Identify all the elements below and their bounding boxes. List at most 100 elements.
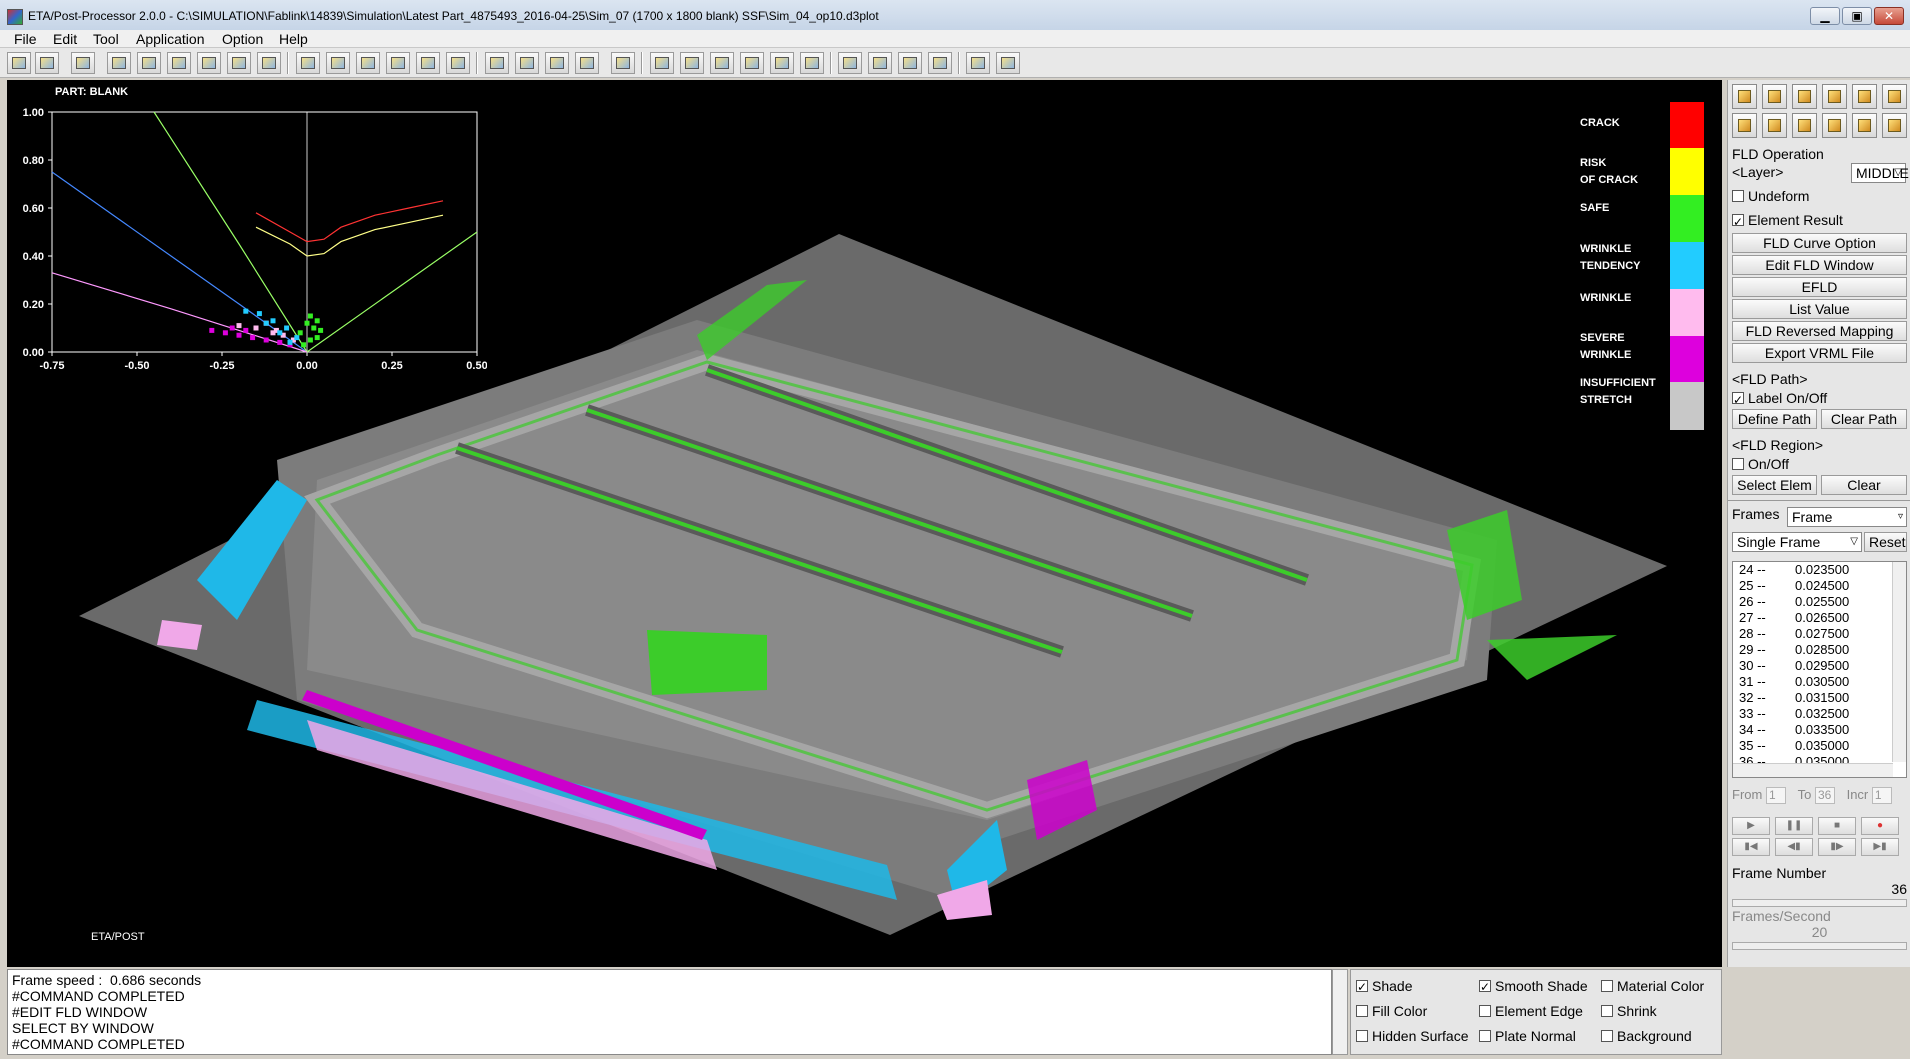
option-plate-normal[interactable]: Plate Normal bbox=[1479, 1027, 1576, 1045]
frame-list-vscroll[interactable] bbox=[1892, 562, 1906, 762]
cube-hidden-icon[interactable] bbox=[545, 52, 569, 74]
export-vrml-button[interactable]: Export VRML File bbox=[1732, 343, 1907, 363]
option-shrink[interactable]: Shrink bbox=[1601, 1002, 1657, 1020]
mirror-icon[interactable] bbox=[770, 52, 794, 74]
dynamic-rotate-icon[interactable] bbox=[416, 52, 440, 74]
efld-button[interactable]: EFLD bbox=[1732, 277, 1907, 297]
to-input[interactable]: 36 bbox=[1814, 787, 1835, 804]
fringe-icon[interactable] bbox=[868, 52, 892, 74]
fps-slider[interactable] bbox=[1732, 942, 1907, 950]
option-background[interactable]: Background bbox=[1601, 1027, 1692, 1045]
reset-button[interactable]: Reset bbox=[1864, 532, 1907, 552]
incr-input[interactable]: 1 bbox=[1871, 787, 1892, 804]
open-file-icon[interactable] bbox=[7, 52, 31, 74]
part-color-icon[interactable] bbox=[71, 52, 95, 74]
zoom-window-icon[interactable] bbox=[386, 52, 410, 74]
pan-icon[interactable] bbox=[326, 52, 350, 74]
console-scrollbar[interactable] bbox=[1332, 969, 1348, 1055]
measure-icon[interactable] bbox=[710, 52, 734, 74]
select-elem-button[interactable]: Select Elem bbox=[1732, 475, 1817, 495]
single-frame-select[interactable]: Single Frame ▽ bbox=[1732, 532, 1862, 552]
list-item[interactable]: 27 -- 0.026500 bbox=[1733, 610, 1893, 626]
label-onoff-toggle[interactable]: Label On/Off bbox=[1732, 388, 1907, 410]
step-back-icon[interactable]: ◀▮ bbox=[1775, 838, 1813, 856]
rotate-icon[interactable] bbox=[296, 52, 320, 74]
command-console[interactable]: Frame speed : 0.686 seconds #COMMAND COMP… bbox=[7, 969, 1332, 1055]
option-checkbox[interactable] bbox=[1479, 978, 1491, 996]
view-iso-icon[interactable] bbox=[107, 52, 131, 74]
view-back-icon[interactable] bbox=[227, 52, 251, 74]
stop-icon[interactable]: ■ bbox=[1818, 817, 1856, 835]
list-item[interactable]: 32 -- 0.031500 bbox=[1733, 690, 1893, 706]
undeform-toggle[interactable]: Undeform bbox=[1732, 186, 1907, 206]
list-value-button[interactable]: List Value bbox=[1732, 299, 1907, 319]
option-checkbox[interactable] bbox=[1356, 1030, 1368, 1042]
contour-icon[interactable] bbox=[838, 52, 862, 74]
option-fill-color[interactable]: Fill Color bbox=[1356, 1002, 1427, 1020]
edit-fld-window-button[interactable]: Edit FLD Window bbox=[1732, 255, 1907, 275]
section-icon[interactable] bbox=[740, 52, 764, 74]
list-item[interactable]: 31 -- 0.030500 bbox=[1733, 674, 1893, 690]
option-checkbox[interactable] bbox=[1601, 980, 1613, 992]
view-bottom-icon[interactable] bbox=[257, 52, 281, 74]
step-forward-icon[interactable]: ▮▶ bbox=[1818, 838, 1856, 856]
record-icon[interactable]: ● bbox=[1861, 817, 1899, 835]
cube-wire-icon[interactable] bbox=[515, 52, 539, 74]
fld-icon[interactable] bbox=[898, 52, 922, 74]
fld-curve-option-button[interactable]: FLD Curve Option bbox=[1732, 233, 1907, 253]
close-button[interactable]: ✕ bbox=[1874, 7, 1904, 25]
pause-icon[interactable]: ❚❚ bbox=[1775, 817, 1813, 835]
list-item[interactable]: 33 -- 0.032500 bbox=[1733, 706, 1893, 722]
layer-select[interactable]: MIDDLE ▽ bbox=[1851, 163, 1909, 183]
option-checkbox[interactable] bbox=[1479, 1005, 1491, 1017]
frames-select[interactable]: Frame ▿ bbox=[1787, 507, 1907, 527]
play-icon[interactable]: ▶ bbox=[1732, 817, 1770, 835]
flange-icon[interactable] bbox=[1882, 113, 1907, 138]
view-top-icon[interactable] bbox=[167, 52, 191, 74]
clear-path-button[interactable]: Clear Path bbox=[1821, 409, 1907, 429]
list-item[interactable]: 24 -- 0.023500 bbox=[1733, 562, 1893, 578]
region-onoff-toggle[interactable]: On/Off bbox=[1732, 454, 1907, 474]
fld-plot-icon[interactable] bbox=[1732, 84, 1757, 109]
skid-mark-icon[interactable] bbox=[1822, 113, 1847, 138]
load-curve-icon[interactable] bbox=[996, 52, 1020, 74]
trim-icon[interactable] bbox=[1852, 113, 1877, 138]
frame-list[interactable]: 24 -- 0.023500 25 -- 0.024500 26 -- 0.025500 2… bbox=[1732, 561, 1907, 778]
path-icon[interactable] bbox=[800, 52, 824, 74]
last-frame-icon[interactable]: ▶▮ bbox=[1861, 838, 1899, 856]
major-strain-icon[interactable] bbox=[1792, 84, 1817, 109]
springback-icon[interactable] bbox=[1882, 84, 1907, 109]
cube-shade-icon[interactable] bbox=[485, 52, 509, 74]
minimize-button[interactable]: ▁ bbox=[1810, 7, 1840, 25]
thickness-icon[interactable] bbox=[1762, 84, 1787, 109]
option-checkbox[interactable] bbox=[1356, 1005, 1368, 1017]
clear-region-button[interactable]: Clear bbox=[1821, 475, 1907, 495]
print-icon[interactable] bbox=[35, 52, 59, 74]
option-hidden-surface[interactable]: Hidden Surface bbox=[1356, 1027, 1469, 1045]
list-item[interactable]: 29 -- 0.028500 bbox=[1733, 642, 1893, 658]
zoom-icon[interactable] bbox=[356, 52, 380, 74]
graph-icon[interactable] bbox=[966, 52, 990, 74]
option-shade[interactable]: Shade bbox=[1356, 977, 1412, 996]
list-item[interactable]: 28 -- 0.027500 bbox=[1733, 626, 1893, 642]
minor-strain-icon[interactable] bbox=[1822, 84, 1847, 109]
axis-icon[interactable] bbox=[650, 52, 674, 74]
define-path-button[interactable]: Define Path bbox=[1732, 409, 1817, 429]
vector-icon[interactable] bbox=[928, 52, 952, 74]
view-front-icon[interactable] bbox=[137, 52, 161, 74]
list-item[interactable]: 25 -- 0.024500 bbox=[1733, 578, 1893, 594]
element-result-checkbox[interactable] bbox=[1732, 212, 1744, 232]
stress-icon[interactable] bbox=[1852, 84, 1877, 109]
graphics-viewport[interactable]: -0.75 -0.50 -0.25 0.00 0.25 0.50 0.00 0.20 0.40 0… bbox=[7, 80, 1722, 967]
option-material-color[interactable]: Material Color bbox=[1601, 977, 1704, 995]
cube-edge-icon[interactable] bbox=[575, 52, 599, 74]
fld-reversed-mapping-button[interactable]: FLD Reversed Mapping bbox=[1732, 321, 1907, 341]
menu-option[interactable]: Option bbox=[222, 30, 263, 48]
frame-list-hscroll[interactable] bbox=[1733, 763, 1893, 777]
blank-outline-icon[interactable] bbox=[1732, 113, 1757, 138]
option-checkbox[interactable] bbox=[1356, 978, 1368, 996]
option-element-edge[interactable]: Element Edge bbox=[1479, 1002, 1583, 1020]
element-result-toggle[interactable]: Element Result bbox=[1732, 210, 1907, 232]
list-item[interactable]: 26 -- 0.025500 bbox=[1733, 594, 1893, 610]
region-onoff-checkbox[interactable] bbox=[1732, 458, 1744, 470]
